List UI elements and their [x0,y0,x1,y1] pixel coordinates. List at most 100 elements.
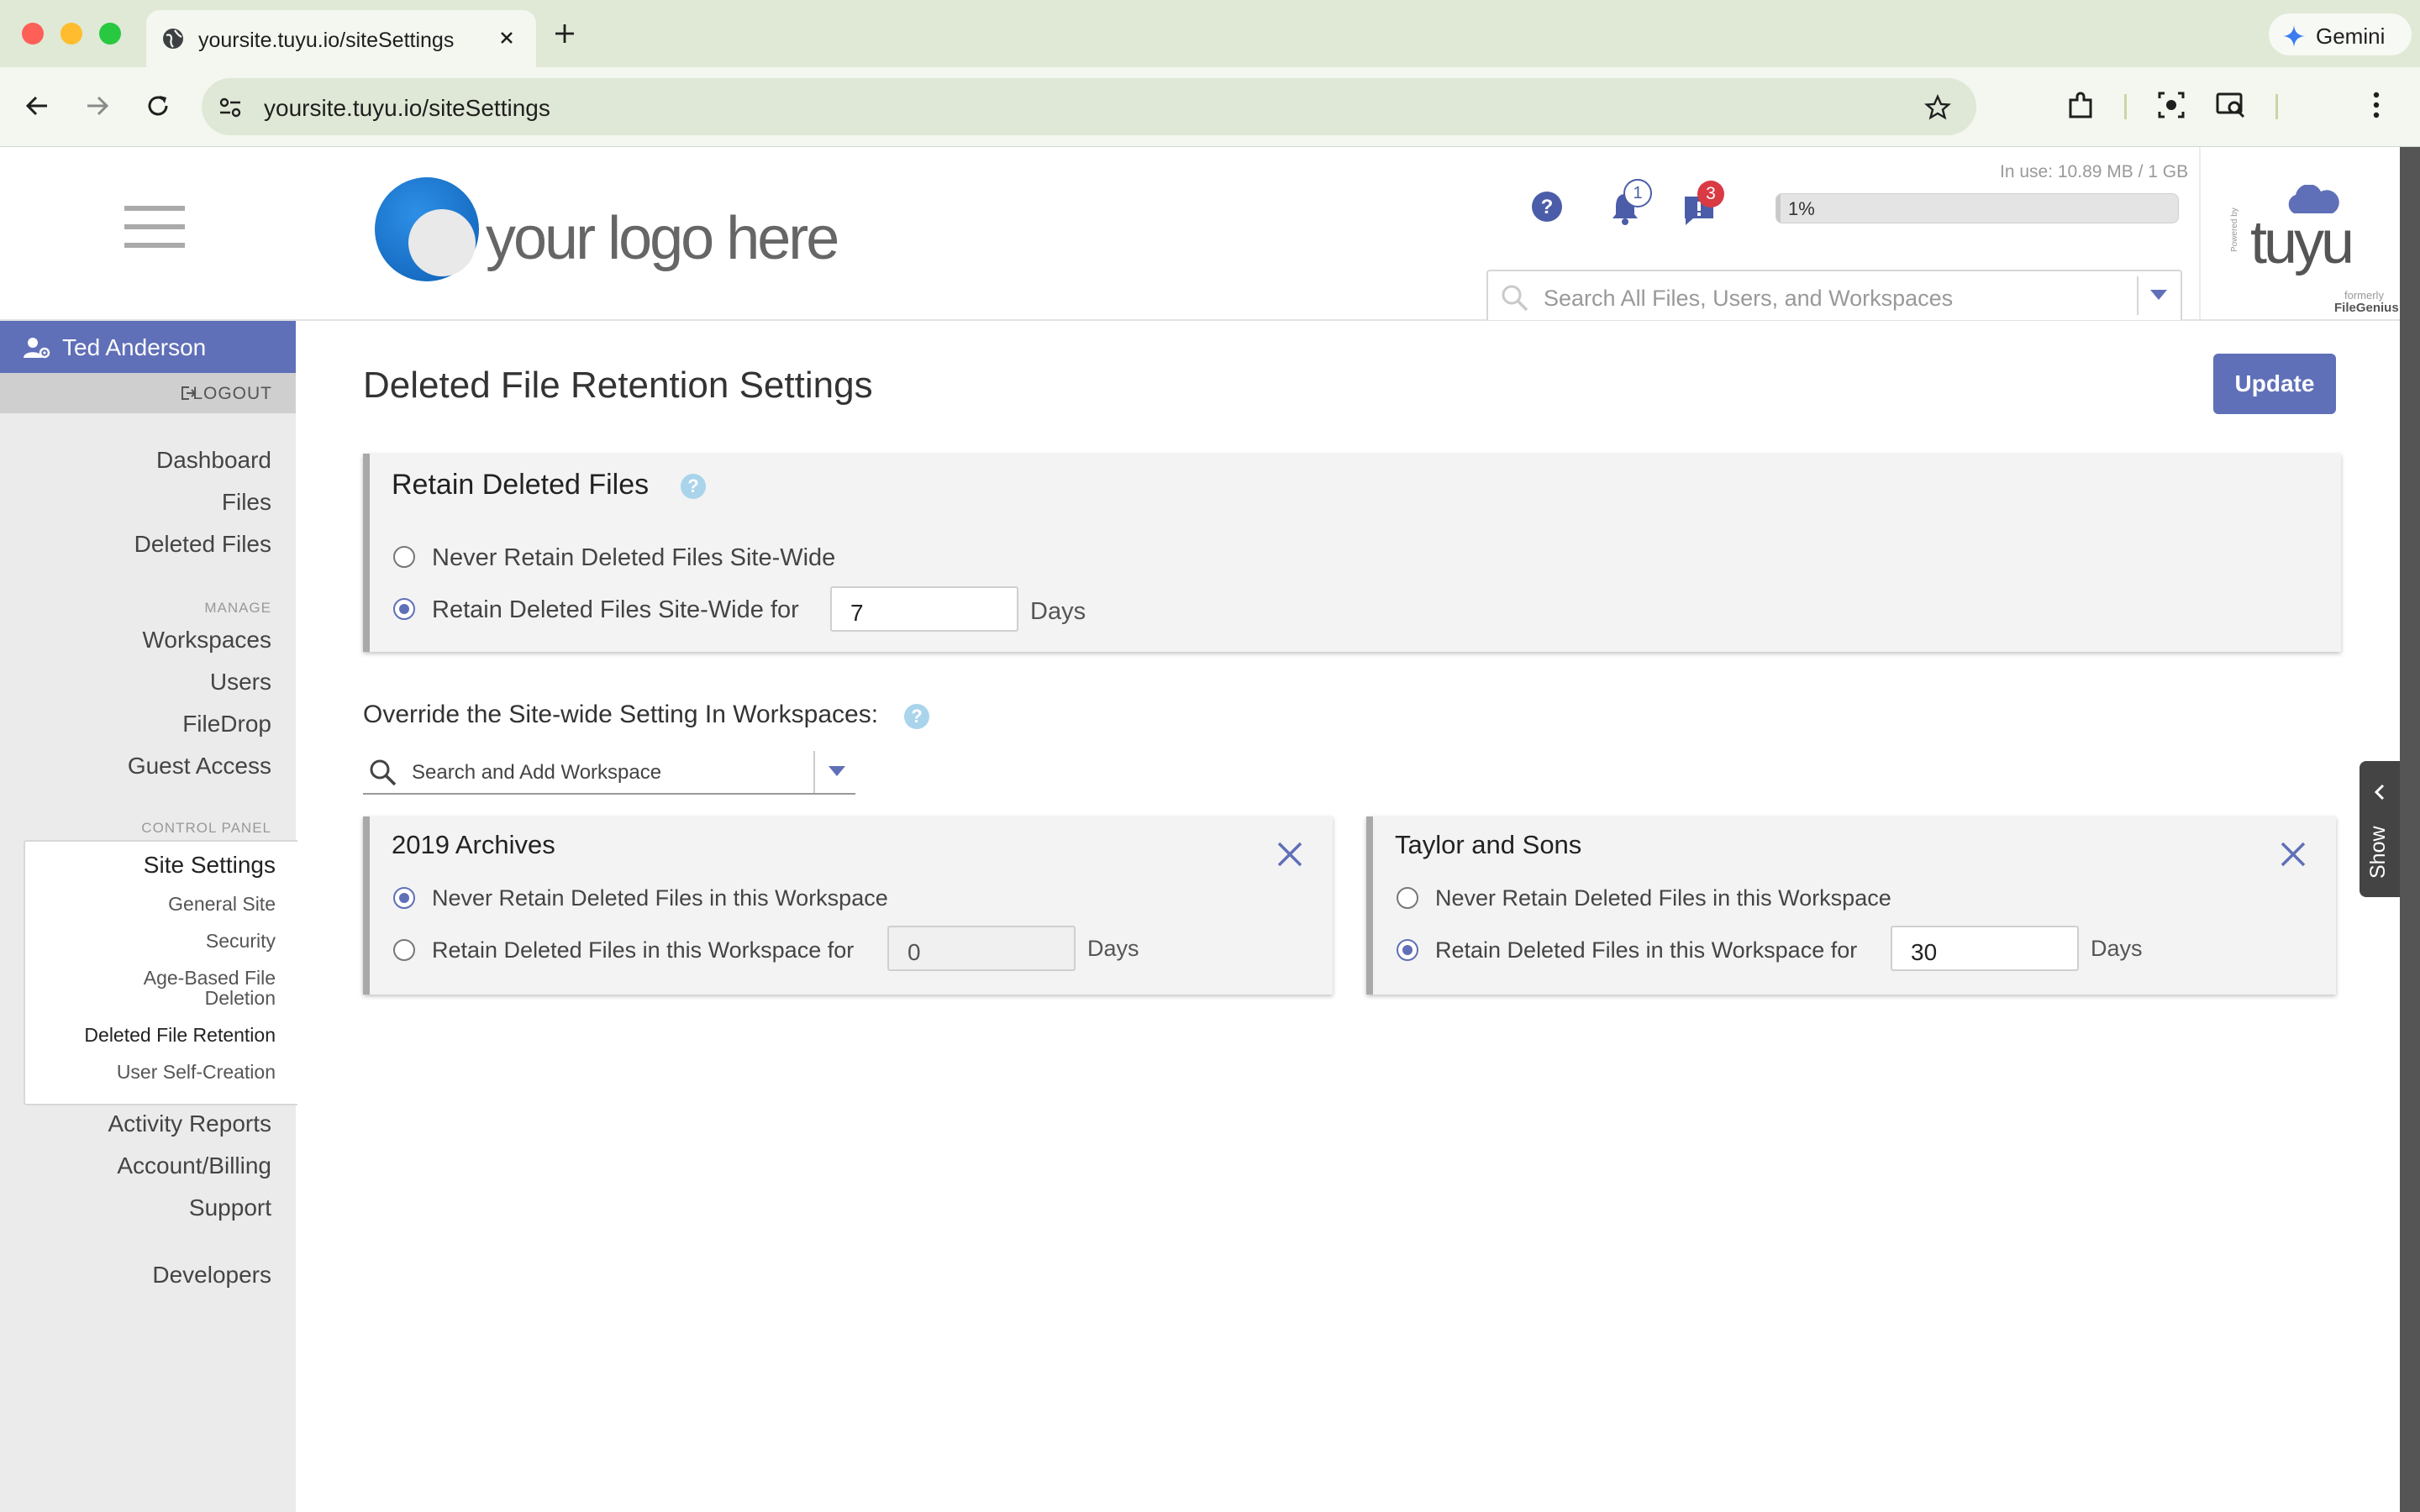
workspace-dropdown-button[interactable] [813,751,857,793]
override-workspaces-label: Override the Site-wide Setting In Worksp… [363,701,879,728]
sidebar-subitem-security[interactable]: Security [206,931,276,951]
browser-menu-kebab-icon[interactable] [2371,90,2381,120]
tab-title: yoursite.tuyu.io/siteSettings [198,29,455,52]
workspace-retain-for-radio[interactable] [393,939,415,961]
address-url: yoursite.tuyu.io/siteSettings [264,95,550,121]
window-close-button[interactable] [22,23,44,45]
workspace-retain-days-input[interactable]: 30 [1891,926,2079,971]
sidebar-item-account-billing[interactable]: Account/Billing [117,1152,271,1179]
search-dropdown-button[interactable] [2137,276,2181,315]
sidebar-subitem-user-self-creation[interactable]: User Self-Creation [117,1062,276,1082]
storage-usage-fill [1776,194,1781,223]
workspace-card: Taylor and Sons Never Retain Deleted Fil… [1366,816,2336,995]
sidebar-subitem-deleted-file-retention[interactable]: Deleted File Retention [84,1025,276,1045]
retain-days-input[interactable]: 7 [830,586,1018,632]
sidebar-user-bar[interactable]: Ted Anderson [0,321,296,373]
chevron-left-icon [2374,784,2385,801]
sidebar-item-guest-access[interactable]: Guest Access [128,753,271,780]
powered-by-label: Powered by [2230,207,2239,252]
caret-down-icon [2150,290,2167,300]
help-question-icon[interactable]: ? [1531,191,1563,223]
sidebar-user-name: Ted Anderson [62,334,207,360]
extensions-puzzle-icon[interactable] [2065,90,2097,122]
reload-icon[interactable] [143,91,173,121]
retain-deleted-files-panel: Retain Deleted Files ? Never Retain Dele… [363,454,2341,652]
workspace-search-input[interactable]: Search and Add Workspace [363,751,855,795]
sidebar-caption-manage: MANAGE [204,600,271,616]
caret-down-icon [829,766,845,776]
show-panel-toggle[interactable]: Show [2360,761,2400,897]
workspace-never-retain-label: Never Retain Deleted Files in this Works… [432,885,888,911]
sidebar-item-support[interactable]: Support [189,1194,271,1221]
forward-arrow-icon[interactable] [82,91,113,121]
workspace-never-retain-label: Never Retain Deleted Files in this Works… [1435,885,1891,911]
window-maximize-button[interactable] [99,23,121,45]
search-icon [1500,283,1530,313]
sidebar-item-workspaces[interactable]: Workspaces [142,627,271,654]
workspace-retain-days-input[interactable]: 0 [887,926,1076,971]
sidebar-item-developers[interactable]: Developers [152,1262,271,1289]
bookmark-star-icon[interactable] [1924,94,1951,121]
workspace-retain-for-label: Retain Deleted Files in this Workspace f… [432,937,855,963]
never-retain-label: Never Retain Deleted Files Site-Wide [432,544,836,571]
logout-button[interactable]: LOGOUT [0,373,296,413]
sidebar-item-filedrop[interactable]: FileDrop [182,711,271,738]
global-search-input[interactable]: Search All Files, Users, and Workspaces [1486,270,2182,320]
gemini-button[interactable]: Gemini [2269,13,2412,55]
workspace-card: 2019 Archives Never Retain Deleted Files… [363,816,1333,995]
notifications-count-badge: 1 [1623,179,1652,207]
new-tab-icon[interactable] [551,20,578,47]
storage-usage-percent: 1% [1788,198,1815,219]
sidebar-subitem-general-site[interactable]: General Site [168,894,276,914]
window-minimize-button[interactable] [60,23,82,45]
retain-panel-title: Retain Deleted Files [392,469,650,501]
help-icon[interactable]: ? [681,474,706,499]
browser-toolbar: yoursite.tuyu.io/siteSettings [0,67,2420,147]
tab-close-icon[interactable] [494,25,519,50]
app-header: your logo here ? 1 3 In use: 10.89 MB / … [0,147,2400,321]
user-gear-icon [24,338,50,359]
former-brand-name: FileGenius [2334,301,2399,315]
svg-text:?: ? [1541,196,1554,218]
workspace-never-retain-radio[interactable] [1397,887,1418,909]
workspace-search-placeholder: Search and Add Workspace [412,761,662,784]
header-divider [2199,147,2201,319]
sidebar-item-deleted-files[interactable]: Deleted Files [134,531,271,558]
sidebar-item-files[interactable]: Files [222,489,271,516]
gemini-sparkle-icon [2283,25,2305,47]
globe-icon [161,27,185,50]
storage-usage-label: In use: 10.89 MB / 1 GB [2000,162,2189,181]
logout-label: LOGOUT [192,384,272,403]
update-button[interactable]: Update [2213,354,2336,414]
browser-tab[interactable]: yoursite.tuyu.io/siteSettings [146,10,536,67]
back-arrow-icon[interactable] [22,91,52,121]
workspace-retain-for-label: Retain Deleted Files in this Workspace f… [1435,937,1858,963]
address-bar[interactable]: yoursite.tuyu.io/siteSettings [202,78,1976,135]
never-retain-radio[interactable] [393,546,415,568]
logo-text: your logo here [486,205,839,272]
browser-tab-bar: yoursite.tuyu.io/siteSettings Gemini [0,0,2420,67]
sidebar-item-activity-reports[interactable]: Activity Reports [108,1110,272,1137]
workspace-retain-for-radio[interactable] [1397,939,1418,961]
sidebar-subitem-age-based-deletion[interactable]: Age-Based File Deletion [133,968,276,1008]
retain-for-radio[interactable] [393,598,415,620]
help-icon[interactable]: ? [904,704,929,729]
remove-workspace-close-icon[interactable] [1276,840,1304,869]
workspace-days-unit: Days [2091,936,2143,961]
retain-days-unit: Days [1030,598,1086,625]
sidebar-item-users[interactable]: Users [210,669,271,696]
workspace-never-retain-radio[interactable] [393,887,415,909]
remove-workspace-close-icon[interactable] [2279,840,2307,869]
page-scrollbar[interactable] [2400,147,2420,1512]
screenshot-camera-icon[interactable] [2156,90,2186,120]
site-info-icon[interactable] [218,96,242,119]
formerly-label: formerly [2344,289,2384,302]
hamburger-menu-icon[interactable] [124,206,185,248]
workspace-days-unit: Days [1087,936,1139,961]
gemini-label: Gemini [2316,24,2386,49]
sidebar: Ted Anderson LOGOUT Dashboard Files Dele… [0,321,297,1512]
sidebar-item-site-settings[interactable]: Site Settings [144,852,276,879]
tab-search-icon[interactable] [2215,90,2247,120]
sidebar-item-dashboard[interactable]: Dashboard [156,447,271,474]
show-panel-label: Show [2366,826,2390,879]
